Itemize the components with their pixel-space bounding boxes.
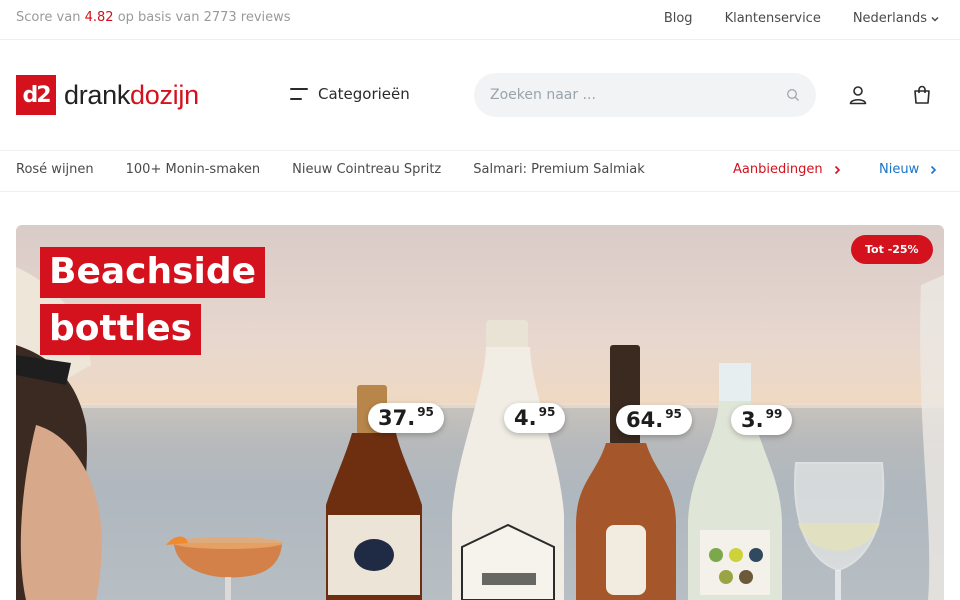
top-bar: Score van 4.82 op basis van 2773 reviews… xyxy=(0,0,960,40)
chevron-down-icon xyxy=(931,16,939,22)
price-tag: 37. 95 xyxy=(368,403,444,433)
chevron-right-icon xyxy=(834,165,840,174)
price-decimal: 99 xyxy=(765,407,783,421)
promo-nav: Rosé wijnen 100+ Monin-smaken Nieuw Coin… xyxy=(0,150,960,192)
hero-title: Beachside bottles xyxy=(40,247,266,355)
review-score[interactable]: Score van 4.82 op basis van 2773 reviews xyxy=(16,10,291,25)
logo-text: drankdozijn xyxy=(64,80,199,111)
price-decimal: 95 xyxy=(538,405,556,419)
price-integer: 3. xyxy=(741,408,764,432)
search-icon[interactable] xyxy=(786,88,800,102)
deals-link[interactable]: Aanbiedingen xyxy=(733,162,841,177)
price-tag: 4. 95 xyxy=(504,403,566,433)
promo-nav-items: Rosé wijnen 100+ Monin-smaken Nieuw Coin… xyxy=(16,162,645,177)
nav-item-rose-wines[interactable]: Rosé wijnen xyxy=(16,162,94,177)
price-integer: 37. xyxy=(378,406,416,430)
top-links: Blog Klantenservice Nederlands xyxy=(664,11,940,26)
discount-badge: Tot -25% xyxy=(851,235,933,264)
language-selector[interactable]: Nederlands xyxy=(853,11,940,26)
logo-text-accent: dozijn xyxy=(130,79,199,110)
nav-item-cointreau-spritz[interactable]: Nieuw Cointreau Spritz xyxy=(292,162,441,177)
logo-mark: d2 xyxy=(16,75,56,115)
header: d2 drankdozijn Categorieën xyxy=(0,41,960,149)
price-tag: 64. 95 xyxy=(616,405,692,435)
score-suffix: op basis van 2773 reviews xyxy=(117,10,291,25)
nav-item-monin[interactable]: 100+ Monin-smaken xyxy=(126,162,261,177)
chevron-right-icon xyxy=(931,165,937,174)
categories-menu-button[interactable]: Categorieën xyxy=(290,85,410,103)
customer-service-link[interactable]: Klantenservice xyxy=(725,11,821,26)
new-link[interactable]: Nieuw xyxy=(879,162,937,177)
nav-item-salmari[interactable]: Salmari: Premium Salmiak xyxy=(473,162,645,177)
price-integer: 4. xyxy=(514,406,537,430)
price-integer: 64. xyxy=(626,408,664,432)
search-input[interactable] xyxy=(490,87,786,103)
logo-text-main: drank xyxy=(64,79,131,110)
cart-icon[interactable] xyxy=(911,84,933,106)
price-tag: 3. 99 xyxy=(731,405,793,435)
blog-link[interactable]: Blog xyxy=(664,11,693,26)
deals-label: Aanbiedingen xyxy=(733,162,823,177)
score-prefix: Score van xyxy=(16,10,81,25)
hero-title-line-1: Beachside xyxy=(40,247,266,298)
new-label: Nieuw xyxy=(879,162,920,177)
price-decimal: 95 xyxy=(417,405,434,419)
price-decimal: 95 xyxy=(665,407,682,421)
logo[interactable]: d2 drankdozijn xyxy=(16,75,199,115)
search-bar xyxy=(474,73,816,117)
hero-banner[interactable]: Beachside bottles Tot -25% 37. 95 4. 95 64… xyxy=(16,225,944,600)
language-label: Nederlands xyxy=(852,11,927,26)
score-rating: 4.82 xyxy=(84,10,114,25)
categories-label: Categorieën xyxy=(318,85,410,103)
account-icon[interactable] xyxy=(847,84,869,106)
menu-icon xyxy=(290,88,308,100)
hero-title-line-2: bottles xyxy=(40,304,202,355)
